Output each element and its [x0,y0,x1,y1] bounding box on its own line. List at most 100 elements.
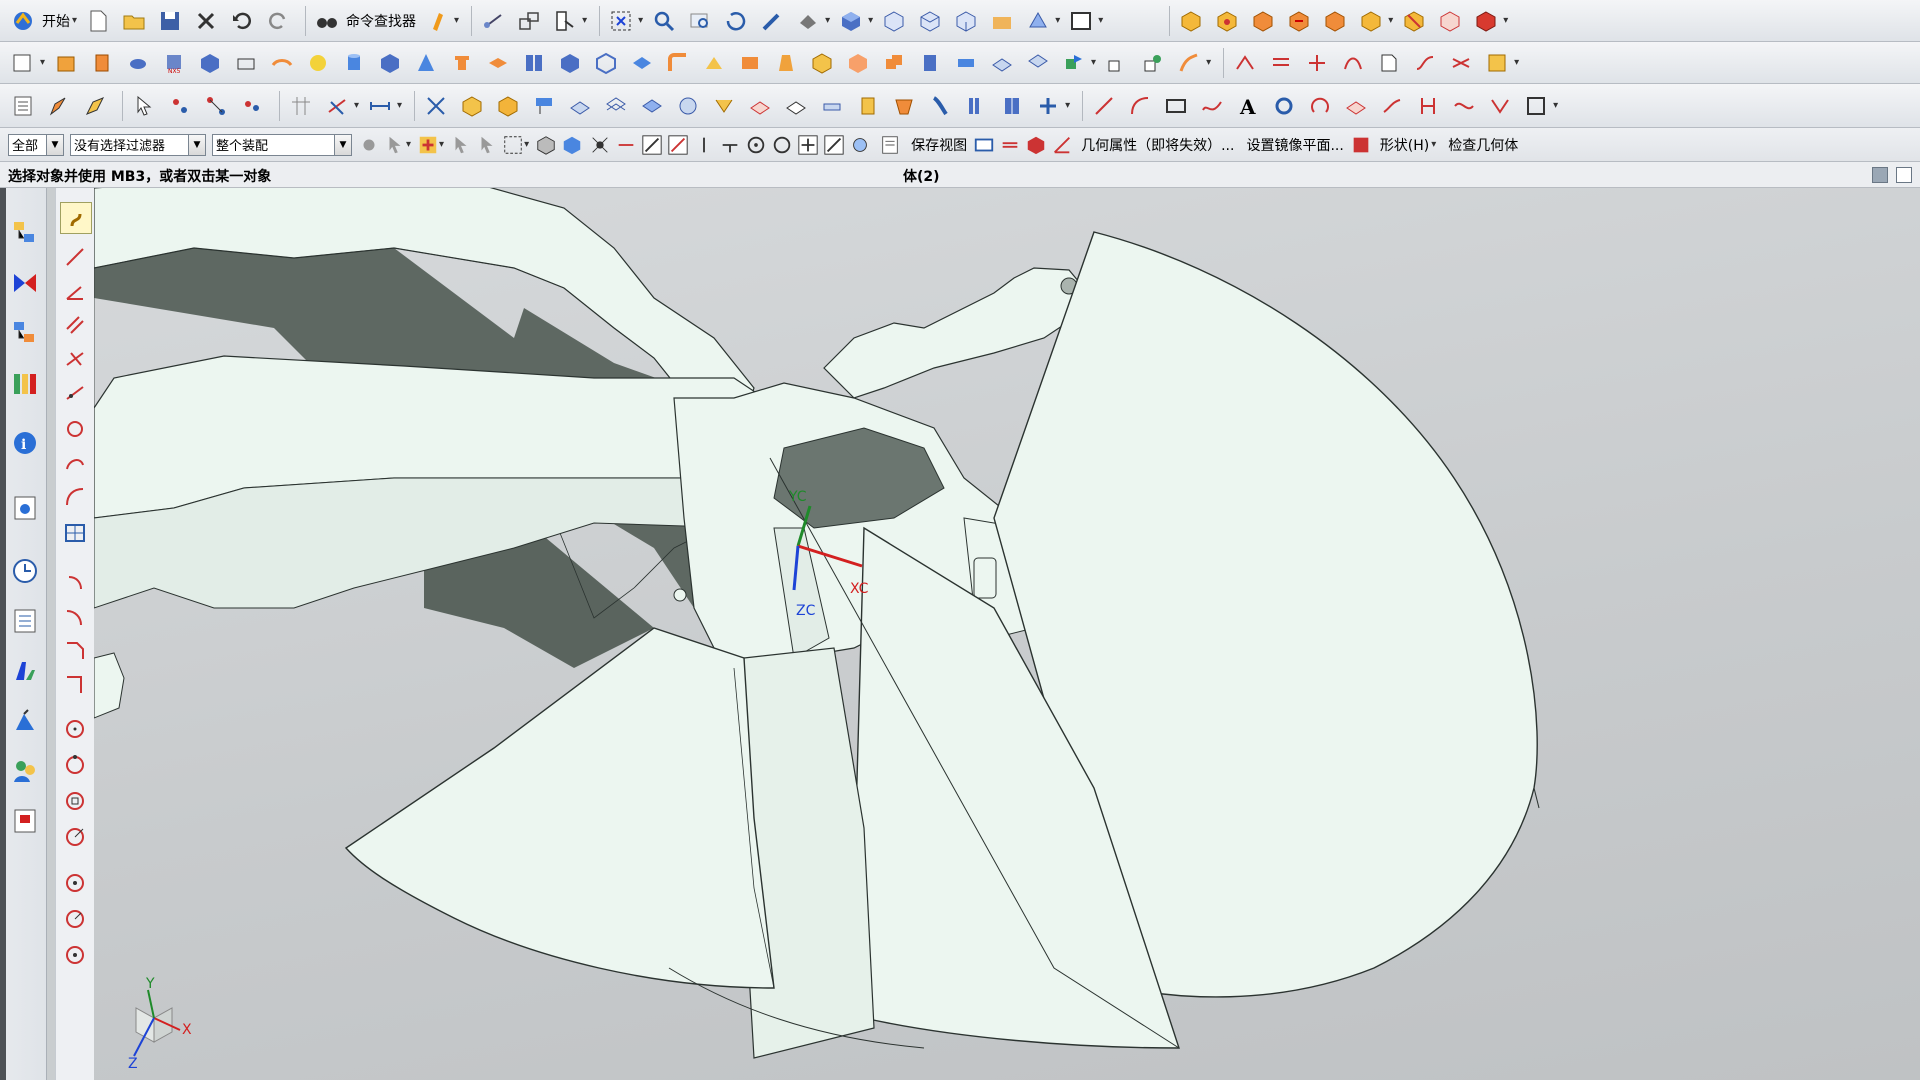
project-curve-icon[interactable] [1374,48,1404,78]
ruled-icon[interactable] [322,91,352,121]
offset-face-icon[interactable] [555,48,585,78]
binoculars-icon[interactable] [312,6,342,36]
snap-line-icon[interactable] [641,134,663,156]
snap-point-on-curve-icon[interactable] [823,134,845,156]
edge-symmetry-icon[interactable] [997,91,1027,121]
part-navigator-icon[interactable] [10,318,40,348]
snap-intersection-icon[interactable] [693,134,715,156]
assembly-move-icon[interactable] [1248,6,1278,36]
assembly-explode-icon[interactable] [1399,6,1429,36]
front-view-icon[interactable] [879,6,909,36]
pocket-icon[interactable] [231,48,261,78]
edit-feature-icon[interactable] [44,91,74,121]
restore-window-icon[interactable] [1872,167,1888,183]
select-cursor-icon[interactable] [129,91,159,121]
sketch-icon[interactable] [8,48,38,78]
window-arrange-icon[interactable] [514,6,544,36]
profile-icon[interactable] [60,202,92,234]
intersect-curve-icon[interactable] [1302,48,1332,78]
pad-icon[interactable] [483,48,513,78]
snap-view-icon[interactable] [478,6,508,36]
snap-point-on-face-icon[interactable] [849,134,871,156]
new-file-icon[interactable] [83,6,113,36]
unite-icon[interactable] [879,48,909,78]
box-icon[interactable] [375,48,405,78]
start-menu-button[interactable]: 开始 [36,6,76,36]
zoom-icon[interactable] [649,6,679,36]
extension-icon[interactable] [529,91,559,121]
fit-view-icon[interactable] [606,6,636,36]
through-curves-icon[interactable] [421,91,451,121]
assembly-sequence-icon[interactable] [1471,6,1501,36]
silhouette-flange-icon[interactable] [673,91,703,121]
sketch-circle-tangent-icon[interactable] [60,822,90,852]
sketch-parallel-line-icon[interactable] [60,310,90,340]
shaded-cube-icon[interactable] [836,6,866,36]
system-scenes-icon[interactable] [10,806,40,836]
sketch-circle-icon[interactable] [60,714,90,744]
roles-icon[interactable] [10,756,40,786]
sketch-line-icon[interactable] [60,242,90,272]
rect-select-icon[interactable] [502,134,524,156]
filter-scope-select[interactable]: 全部 ▼ [8,133,64,156]
assembly-scope-select[interactable]: 整个装配 ▼ [212,133,352,156]
styled-blend-icon[interactable] [745,91,775,121]
curve-on-surface-icon[interactable] [1305,91,1335,121]
graphics-window[interactable]: YC XC ZC X Y Z [94,188,1920,1080]
n-sided-icon[interactable] [493,91,523,121]
snap-existing-point-icon[interactable] [797,134,819,156]
feature-playback-icon[interactable] [80,91,110,121]
through-points-icon[interactable] [165,91,195,121]
law-extension-icon[interactable] [565,91,595,121]
subtract-icon[interactable] [915,48,945,78]
check-geometry-button[interactable]: 检查几何体 [1442,130,1524,160]
reflection-icon[interactable] [1521,91,1551,121]
shape-menu-icon[interactable] [1350,134,1372,156]
join-curve-icon[interactable] [1410,48,1440,78]
type-filter-select[interactable]: 没有选择过滤器 ▼ [70,133,206,156]
from-poles-icon[interactable] [201,91,231,121]
sketch-arc-tangent-icon[interactable] [60,448,90,478]
revolve-icon[interactable] [87,48,117,78]
enlarge-icon[interactable] [925,91,955,121]
patch-icon[interactable] [1023,48,1053,78]
geometry-props-button[interactable]: 几何属性（即将失效）... [1075,130,1240,160]
studio-spline-icon[interactable] [1197,91,1227,121]
split-body-icon[interactable] [843,48,873,78]
history-palette-icon[interactable] [10,493,40,523]
spline-fit-icon[interactable] [1449,91,1479,121]
sketch-arc-icon[interactable] [60,568,90,598]
part-navigator-icon[interactable] [8,91,38,121]
extract-curve-icon[interactable] [1230,48,1260,78]
constraint-navigator-icon[interactable] [10,268,40,298]
snap-arc-center-icon[interactable] [719,134,741,156]
snap-circle-icon[interactable] [771,134,793,156]
sketch-angle-line-icon[interactable] [60,276,90,306]
system-materials-icon[interactable] [10,606,40,636]
global-shaping-icon[interactable] [853,91,883,121]
zoom-window-icon[interactable] [685,6,715,36]
snap-quadrant-icon[interactable] [745,134,767,156]
datum-csys-icon[interactable] [1138,48,1168,78]
sketch-point-line-icon[interactable] [60,378,90,408]
sew-icon[interactable] [987,48,1017,78]
point-cloud-icon[interactable] [237,91,267,121]
draft-icon[interactable] [771,48,801,78]
sketch-circle-3pt-icon[interactable] [60,786,90,816]
rectangle-icon[interactable] [1161,91,1191,121]
add-selection-icon[interactable] [417,134,439,156]
trim-curve-icon[interactable] [1446,48,1476,78]
grid-icon[interactable] [286,91,316,121]
sketch-corner-icon[interactable] [60,670,90,700]
x-form-icon[interactable] [889,91,919,121]
bridge-curve-icon[interactable] [1338,48,1368,78]
block-icon[interactable] [195,48,225,78]
isoparametric-icon[interactable] [1341,91,1371,121]
geometry-props-icon[interactable] [1051,134,1073,156]
shell-icon[interactable] [591,48,621,78]
manufacturing-wizard-icon[interactable] [10,706,40,736]
delete-icon[interactable] [191,6,221,36]
curve-analysis-icon[interactable] [1485,91,1515,121]
thicken-icon[interactable] [627,48,657,78]
history-clock-icon[interactable] [10,556,40,586]
